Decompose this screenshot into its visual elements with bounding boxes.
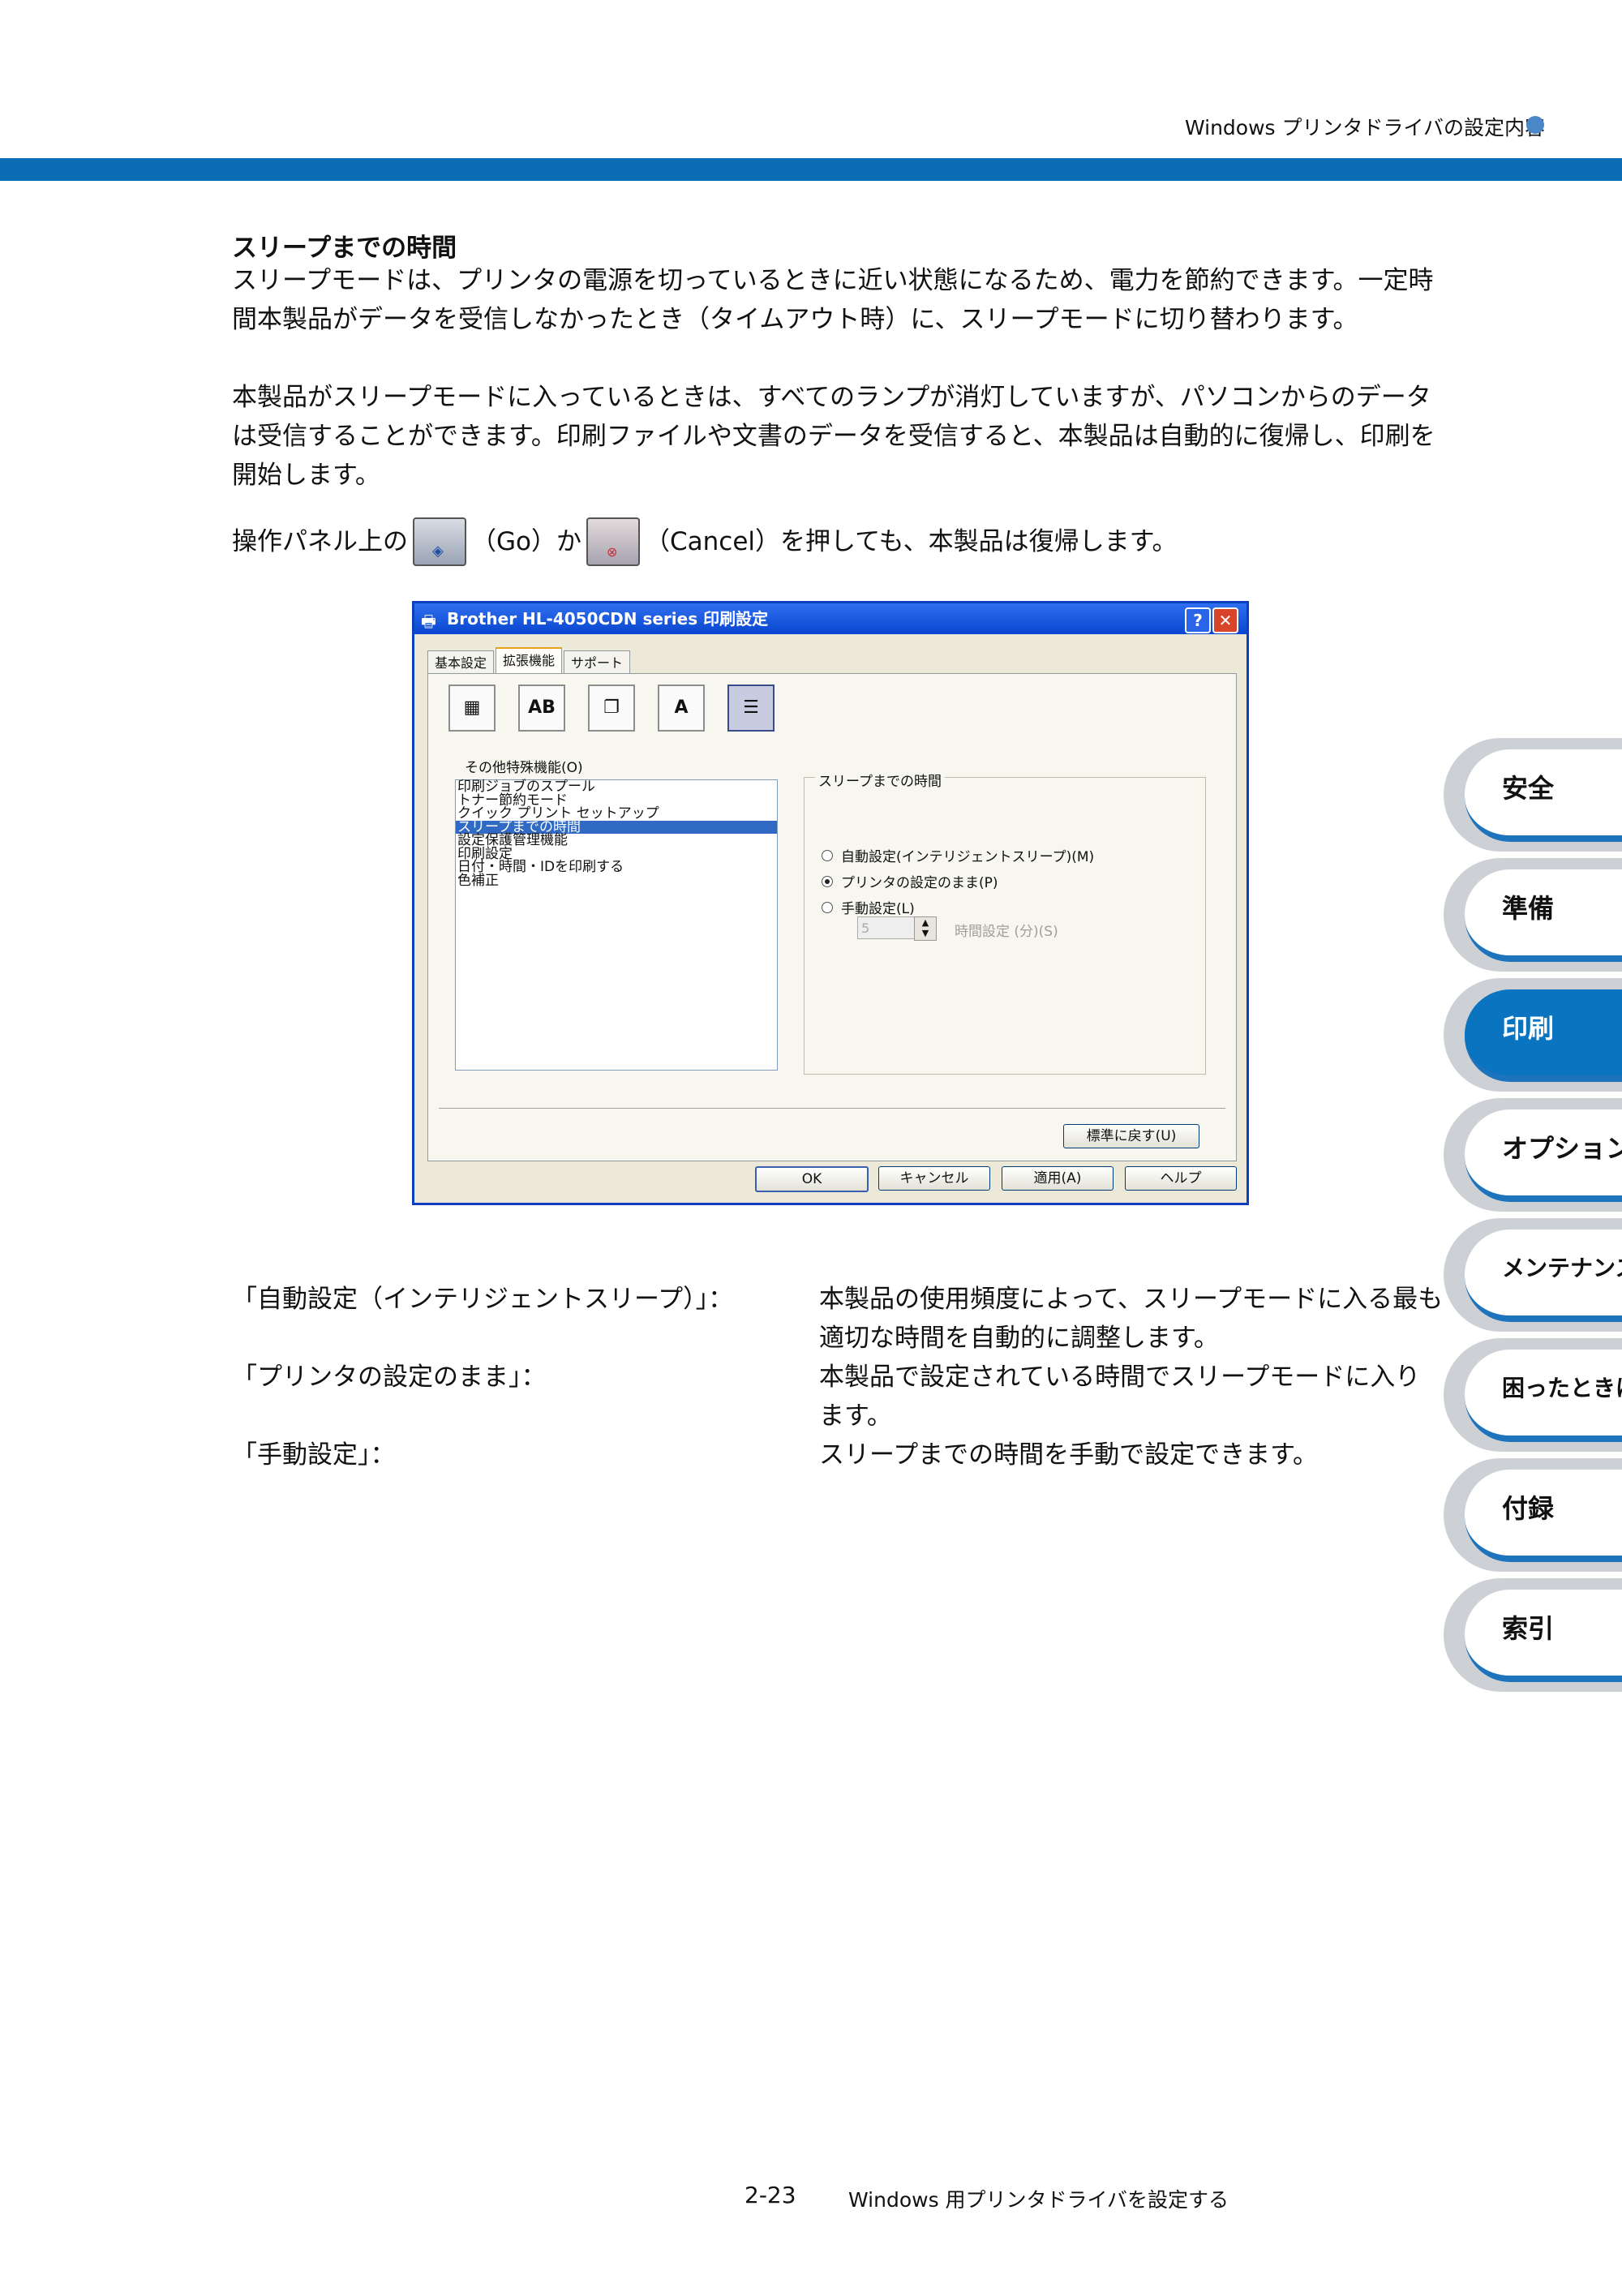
definition-desc: 本製品で設定されている時間でスリープモードに入ります。 [819,1363,1421,1431]
header-title: Windows プリンタドライバの設定内容 [1184,116,1545,139]
header-bar [0,158,1622,181]
ok-button[interactable]: OK [755,1166,869,1192]
radio-button-checked[interactable] [822,875,833,887]
side-tab-safety[interactable]: 安全 [1444,738,1622,852]
tab-advanced[interactable]: 拡張機能 [496,647,563,676]
reset-default-button[interactable]: 標準に戻す(U) [1063,1124,1199,1148]
spin-arrows-icon[interactable]: ▲ ▼ [914,916,937,941]
close-icon[interactable]: ✕ [1212,607,1238,633]
header-dot-icon [1526,116,1544,134]
go-line-cancel: （Cancel）を押しても、本製品は復帰します。 [645,527,1178,556]
side-tab-troubleshooting[interactable]: 困ったときは [1444,1338,1622,1452]
side-tab-label: オプション [1502,1133,1622,1164]
radio-printer-default[interactable]: プリンタの設定のまま(P) [822,871,998,891]
side-tab-options[interactable]: オプション [1444,1098,1622,1212]
side-tab-label: 困ったときは [1502,1375,1622,1401]
tab-basic[interactable]: 基本設定 [427,650,495,676]
radio-button[interactable] [822,901,833,913]
go-cancel-line: 操作パネル上の ◈ （Go）か ⊗ （Cancel）を押しても、本製品は復帰しま… [232,517,1448,566]
definition-desc: 本製品の使用頻度によって、スリープモードに入る最も適切な時間を自動的に調整します… [819,1285,1444,1353]
page-number: 2-23 [744,2182,796,2208]
side-tab-preparation[interactable]: 準備 [1444,858,1622,972]
feature-list[interactable]: 印刷ジョブのスプール トナー節約モード クイック プリント セットアップ スリー… [455,779,778,1071]
list-item[interactable]: 色補正 [456,873,777,888]
color-icon[interactable]: ▦ [448,685,496,732]
ab-icon[interactable]: AB [518,685,565,732]
copy-icon[interactable]: ❐ [588,685,635,732]
go-button-icon: ◈ [413,517,466,566]
cancel-button-icon: ⊗ [586,517,640,566]
section-title: スリープまでの時間 [232,234,457,263]
definition-desc: スリープまでの時間を手動で設定できます。 [819,1440,1319,1470]
side-tab-label: 付録 [1502,1493,1555,1524]
definition-term: 「手動設定」： [232,1440,396,1470]
side-tab-printing[interactable]: 印刷 [1444,978,1622,1092]
list-item[interactable]: 日付・時間・IDを印刷する [456,860,777,874]
help-icon[interactable]: ? [1185,607,1211,633]
cancel-button[interactable]: キャンセル [878,1166,990,1191]
side-tab-label: 準備 [1502,893,1555,924]
radio-printer-default-label: プリンタの設定のまま(P) [841,875,998,891]
apply-button[interactable]: 適用(A) [1002,1166,1114,1191]
radio-manual[interactable]: 手動設定(L) [822,897,915,917]
separator [439,1108,1225,1109]
go-line-prefix: 操作パネル上の [232,527,408,556]
print-settings-dialog: Brother HL-4050CDN series 印刷設定 🖶 ? ✕ 基本設… [412,601,1249,1205]
side-tab-maintenance[interactable]: メンテナンス [1444,1218,1622,1332]
radio-auto-label: 自動設定(インテリジェントスリープ)(M) [841,849,1095,865]
side-tab-index[interactable]: 索引 [1444,1578,1622,1692]
paragraph-2: 本製品がスリープモードに入っているときは、すべてのランプが消灯していますが、パソ… [232,383,1435,490]
side-tab-label: 安全 [1502,773,1555,804]
side-tab-label: 印刷 [1502,1013,1555,1044]
side-tab-label: メンテナンス [1502,1255,1622,1281]
printer-icon: 🖶 [421,612,436,631]
definition-term: 「プリンタの設定のまま」： [232,1363,547,1392]
tab-support[interactable]: サポート [564,650,631,676]
side-tab-appendix[interactable]: 付録 [1444,1458,1622,1572]
radio-manual-label: 手動設定(L) [841,901,915,917]
definition-term: 「自動設定（インテリジェントスリープ）」： [232,1285,734,1314]
dialog-title: Brother HL-4050CDN series 印刷設定 [414,603,1247,634]
settings-icon[interactable]: ☰ [727,685,775,732]
go-line-go: （Go）か [471,527,581,556]
paragraph-1: スリープモードは、プリンタの電源を切っているときに近い状態になるため、電力を節約… [232,266,1434,334]
font-icon[interactable]: A [658,685,705,732]
footer-title: Windows 用プリンタドライバを設定する [848,2188,1229,2212]
side-tab-label: 索引 [1502,1613,1555,1644]
other-features-label: その他特殊機能(O) [465,760,583,776]
radio-auto[interactable]: 自動設定(インテリジェントスリープ)(M) [822,845,1094,865]
sleep-time-group-label: スリープまでの時間 [815,770,945,790]
time-setting-label: 時間設定 (分)(S) [955,924,1058,940]
time-spin-input[interactable]: 5 [857,916,917,939]
help-button[interactable]: ヘルプ [1125,1166,1237,1191]
radio-button[interactable] [822,849,833,861]
